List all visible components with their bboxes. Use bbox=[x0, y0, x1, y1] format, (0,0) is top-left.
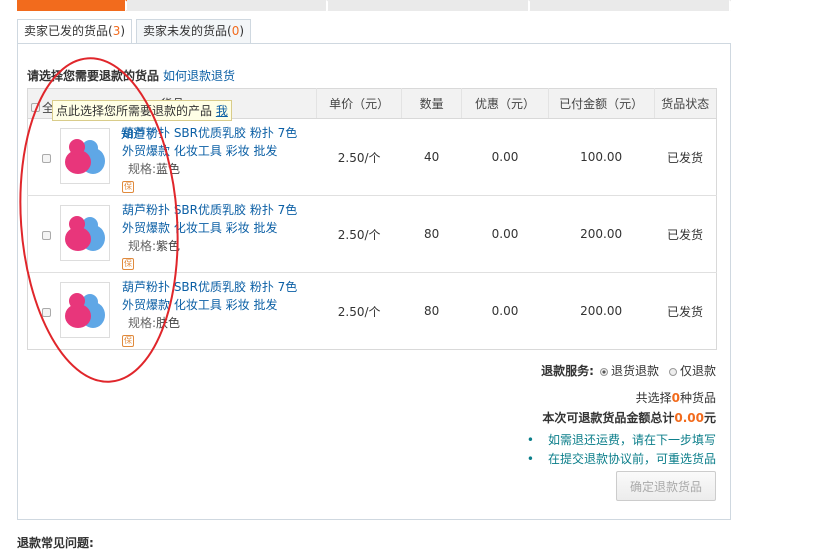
sponge-image bbox=[65, 215, 105, 251]
product-thumbnail[interactable] bbox=[60, 127, 110, 184]
select-product-tooltip: 点此选择您所需要退款的产品 我 bbox=[52, 100, 232, 121]
option-return-and-refund[interactable]: 退货退款 bbox=[599, 362, 659, 379]
spec-label: 规格: bbox=[128, 238, 157, 253]
product-thumbnail[interactable] bbox=[60, 204, 110, 261]
row-checkbox[interactable] bbox=[42, 230, 51, 240]
unit-price: 2.50/个 bbox=[316, 272, 402, 350]
product-spec: 规格:蓝色 bbox=[128, 160, 300, 178]
spec-value: 紫色 bbox=[156, 238, 181, 253]
product-title[interactable]: 葫芦粉扑 SBR优质乳胶 粉扑 7色外贸爆款 化妆工具 彩妆 批发 bbox=[122, 278, 300, 314]
discount: 0.00 bbox=[461, 272, 549, 350]
product-cell: 葫芦粉扑 SBR优质乳胶 粉扑 7色外贸爆款 化妆工具 彩妆 批发 规格:肤色 … bbox=[28, 276, 317, 347]
sponge-image bbox=[65, 138, 105, 174]
tooltip-text: 点此选择您所需要退款的产品 bbox=[56, 104, 213, 118]
discount: 0.00 bbox=[461, 118, 549, 196]
select-all-checkbox[interactable] bbox=[31, 103, 40, 112]
selected-summary: 共选择0种货品 bbox=[636, 389, 716, 406]
unit-price: 2.50/个 bbox=[316, 118, 402, 196]
row-checkbox[interactable] bbox=[42, 307, 51, 317]
selected-prefix: 共选择 bbox=[635, 391, 672, 405]
table-row: 葫芦粉扑 SBR优质乳胶 粉扑 7色外贸爆款 化妆工具 彩妆 批发 规格:肤色 … bbox=[27, 272, 717, 350]
spec-value: 蓝色 bbox=[156, 161, 181, 176]
row-checkbox[interactable] bbox=[42, 153, 51, 163]
selected-count: 0 bbox=[671, 391, 680, 405]
radio-refund-only[interactable] bbox=[668, 367, 677, 376]
guarantee-badge-icon: 保 bbox=[122, 334, 134, 347]
spec-label: 规格: bbox=[128, 315, 157, 330]
refund-faq-title: 退款常见问题: bbox=[17, 536, 94, 549]
product-thumbnail[interactable] bbox=[60, 281, 110, 338]
table-row: 葫芦粉扑 SBR优质乳胶 粉扑 7色外贸爆款 化妆工具 彩妆 批发 规格:紫色 … bbox=[27, 195, 717, 273]
discount: 0.00 bbox=[461, 195, 549, 273]
quantity: 80 bbox=[401, 272, 462, 350]
goods-status: 已发货 bbox=[654, 195, 717, 273]
paid-amount: 200.00 bbox=[548, 272, 655, 350]
header-discount: 优惠（元） bbox=[461, 88, 549, 119]
header-status: 货品状态 bbox=[653, 88, 717, 119]
option-refund-only[interactable]: 仅退款 bbox=[668, 362, 716, 379]
tab-unshipped-count: 0 bbox=[231, 24, 240, 38]
guarantee-badge-icon: 保 bbox=[122, 180, 134, 193]
goods-status: 已发货 bbox=[654, 118, 717, 196]
option-refund-only-label: 仅退款 bbox=[679, 364, 716, 378]
step-3 bbox=[328, 0, 530, 11]
tab-unshipped-label: 卖家未发的货品 bbox=[143, 24, 228, 38]
select-prompt-text: 请选择您需要退款的货品 bbox=[27, 69, 160, 83]
goods-status: 已发货 bbox=[654, 272, 717, 350]
refund-total: 本次可退款货品金额总计0.00元 bbox=[542, 409, 716, 426]
paid-amount: 200.00 bbox=[548, 195, 655, 273]
tab-unshipped-goods[interactable]: 卖家未发的货品(0) bbox=[136, 19, 252, 43]
total-amount: 0.00 bbox=[674, 411, 704, 425]
product-spec: 规格:肤色 bbox=[128, 314, 300, 332]
refund-service-label: 退款服务: bbox=[541, 364, 594, 378]
spec-value: 肤色 bbox=[156, 315, 181, 330]
select-prompt: 请选择您需要退款的货品 如何退款退货 bbox=[27, 67, 235, 84]
confirm-refund-goods-button[interactable]: 确定退款货品 bbox=[616, 471, 716, 501]
step-1 bbox=[17, 0, 127, 11]
tab-shipped-label: 卖家已发的货品 bbox=[24, 24, 109, 38]
goods-tabs: 卖家已发的货品(3) 卖家未发的货品(0) bbox=[17, 19, 252, 44]
tooltip-link[interactable]: 我 bbox=[216, 104, 228, 118]
product-spec: 规格:紫色 bbox=[128, 237, 300, 255]
sponge-image bbox=[65, 292, 105, 328]
paid-amount: 100.00 bbox=[548, 118, 655, 196]
tooltip-confirm[interactable]: 知道了 bbox=[121, 125, 157, 142]
refund-service: 退款服务: 退货退款 仅退款 bbox=[541, 362, 716, 379]
total-suffix: 元 bbox=[703, 411, 716, 425]
product-cell: 葫芦粉扑 SBR优质乳胶 粉扑 7色外贸爆款 化妆工具 彩妆 批发 规格:蓝色 … bbox=[28, 122, 317, 193]
step-4 bbox=[529, 0, 731, 11]
how-to-refund-link[interactable]: 如何退款退货 bbox=[163, 69, 235, 83]
header-qty: 数量 bbox=[400, 88, 462, 119]
total-prefix: 本次可退款货品金额总计 bbox=[542, 411, 675, 425]
radio-return-refund[interactable] bbox=[599, 367, 608, 376]
header-paid: 已付金额（元） bbox=[547, 88, 655, 119]
option-return-refund-label: 退货退款 bbox=[610, 364, 659, 378]
selected-suffix: 种货品 bbox=[679, 391, 716, 405]
guarantee-badge-icon: 保 bbox=[122, 257, 134, 270]
tab-shipped-goods[interactable]: 卖家已发的货品(3) bbox=[17, 19, 133, 44]
step-progress-bar bbox=[17, 0, 731, 11]
tab-shipped-count: 3 bbox=[112, 24, 121, 38]
quantity: 80 bbox=[401, 195, 462, 273]
unit-price: 2.50/个 bbox=[316, 195, 402, 273]
step-2 bbox=[127, 0, 329, 11]
note-shipping-fee: 如需退还运费，请在下一步填写 bbox=[527, 431, 716, 448]
quantity: 40 bbox=[401, 118, 462, 196]
header-unit-price: 单价（元） bbox=[316, 88, 402, 119]
spec-label: 规格: bbox=[128, 161, 157, 176]
product-cell: 葫芦粉扑 SBR优质乳胶 粉扑 7色外贸爆款 化妆工具 彩妆 批发 规格:紫色 … bbox=[28, 199, 317, 270]
product-title[interactable]: 葫芦粉扑 SBR优质乳胶 粉扑 7色外贸爆款 化妆工具 彩妆 批发 bbox=[122, 201, 300, 237]
note-reselect: 在提交退款协议前，可重选货品 bbox=[527, 450, 716, 467]
